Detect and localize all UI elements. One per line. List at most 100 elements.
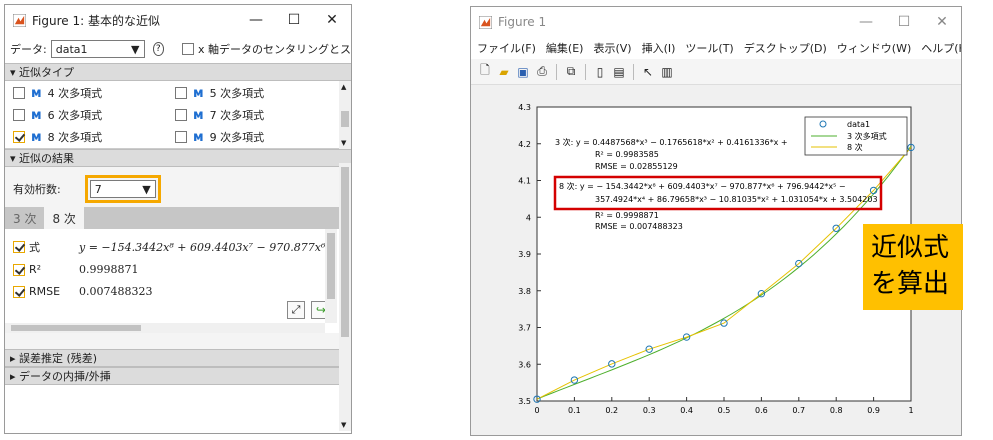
- sig-digits-value: 7: [94, 182, 102, 196]
- data-row: データ: data1 ▼ ? x 軸データのセンタリングとス: [5, 35, 351, 63]
- x-tick-label: 0.4: [680, 406, 693, 415]
- fit-label-5: 5 次多項式: [209, 87, 265, 100]
- fit-label-9: 9 次多項式: [209, 131, 265, 144]
- r2-checkbox[interactable]: [13, 263, 25, 276]
- menu-file[interactable]: ファイル(F): [477, 40, 536, 56]
- legend-icon[interactable]: ▤: [611, 64, 627, 80]
- y-tick-label: 3.8: [518, 287, 531, 296]
- fit-list-scrollbar[interactable]: ▲ ▼: [339, 81, 351, 149]
- open-folder-icon[interactable]: ▰: [496, 64, 512, 80]
- left-window-title: Figure 1: 基本的な近似: [32, 13, 160, 28]
- residuals-header-label: ▸ 誤差推定 (残差): [10, 352, 98, 365]
- fit-item-5[interactable]: ᴍ 5 次多項式: [175, 85, 264, 101]
- results-panel: 有効桁数: 7 ▼ 3 次 8 次 式 y = −154.3442x⁸ + 60…: [5, 167, 351, 349]
- maximize-button[interactable]: ☐: [275, 5, 313, 35]
- minimize-button[interactable]: —: [847, 7, 885, 37]
- menu-bar: ファイル(F) 編集(E) 表示(V) 挿入(I) ツール(T) デスクトップ(…: [471, 37, 961, 59]
- annot8-line4: RMSE = 0.007488323: [595, 222, 683, 231]
- fit-checkbox-7[interactable]: [175, 109, 187, 121]
- results-vscroll-thumb[interactable]: [327, 233, 335, 299]
- result-rmse-row: RMSE 0.007488323: [13, 285, 152, 298]
- expand-icon[interactable]: ⤢: [287, 301, 305, 319]
- fit-checkbox-8[interactable]: [13, 131, 25, 143]
- menu-window[interactable]: ウィンドウ(W): [837, 40, 911, 56]
- scroll-down-icon[interactable]: ▼: [341, 139, 346, 147]
- fit-label-4: 4 次多項式: [47, 87, 103, 100]
- fit-item-4[interactable]: ᴍ 4 次多項式: [13, 85, 102, 101]
- center-xdata-checkbox[interactable]: [181, 43, 194, 55]
- close-button[interactable]: ✕: [923, 7, 961, 37]
- residuals-section-header[interactable]: ▸ 誤差推定 (残差): [5, 349, 351, 367]
- toolbar-separator: [633, 63, 634, 80]
- callout-box: 近似式 を算出: [863, 224, 963, 310]
- results-vscrollbar[interactable]: [325, 229, 337, 323]
- fit-item-8[interactable]: ᴍ 8 次多項式: [13, 129, 102, 145]
- fit-checkbox-6[interactable]: [13, 109, 25, 121]
- legend-data1: data1: [847, 120, 870, 129]
- fit-label-8: 8 次多項式: [47, 131, 103, 144]
- pointer-icon[interactable]: ↖: [640, 64, 656, 80]
- y-tick-label: 4.1: [518, 177, 531, 186]
- fit-checkbox-9[interactable]: [175, 131, 187, 143]
- data-select-value: data1: [55, 42, 88, 56]
- new-file-icon[interactable]: 🗋: [477, 63, 493, 80]
- colorbar-icon[interactable]: ▯: [592, 64, 608, 80]
- toolbar-separator: [585, 63, 586, 80]
- results-hscroll-thumb[interactable]: [11, 325, 141, 331]
- print-icon[interactable]: ⎙: [534, 64, 550, 80]
- close-button[interactable]: ✕: [313, 5, 351, 35]
- curve-fitter-window: Figure 1: 基本的な近似 — ☐ ✕ データ: data1 ▼ ? x …: [4, 4, 352, 434]
- wave-icon: ᴍ: [31, 85, 42, 101]
- results-header-label: ▾ 近似の結果: [10, 152, 75, 165]
- equation-value: y = −154.3442x⁸ + 609.4403x⁷ − 970.877x⁶…: [79, 240, 352, 254]
- menu-view[interactable]: 表示(V): [593, 40, 631, 56]
- menu-insert[interactable]: 挿入(I): [642, 40, 676, 56]
- interp-section-header[interactable]: ▸ データの内挿/外挿: [5, 367, 351, 385]
- data-label: データ:: [10, 43, 47, 56]
- annot3-line2: R² = 0.9983585: [595, 150, 659, 159]
- x-tick-label: 1: [908, 406, 913, 415]
- equation-checkbox[interactable]: [13, 241, 25, 253]
- results-hscrollbar[interactable]: [5, 323, 325, 333]
- fit-item-7[interactable]: ᴍ 7 次多項式: [175, 107, 264, 123]
- rmse-checkbox[interactable]: [13, 285, 25, 298]
- matlab-logo-icon: [479, 15, 492, 29]
- menu-desktop[interactable]: デスクトップ(D): [744, 40, 827, 56]
- legend-fit3: 3 次多項式: [847, 131, 887, 141]
- menu-tools[interactable]: ツール(T): [685, 40, 733, 56]
- tab-cubic[interactable]: 3 次: [5, 207, 44, 229]
- panel-vscroll-thumb[interactable]: [341, 167, 349, 337]
- fit-type-section-header[interactable]: ▾ 近似タイプ: [5, 63, 351, 81]
- fit-item-9[interactable]: ᴍ 9 次多項式: [175, 129, 264, 145]
- panel-vscrollbar[interactable]: ▼: [339, 163, 351, 431]
- center-xdata-label: x 軸データのセンタリングとス: [197, 43, 351, 56]
- minimize-button[interactable]: —: [237, 5, 275, 35]
- maximize-button[interactable]: ☐: [885, 7, 923, 37]
- equation-label: 式: [29, 241, 40, 254]
- save-icon[interactable]: ▣: [515, 64, 531, 80]
- x-tick-label: 0.9: [867, 406, 880, 415]
- help-icon[interactable]: ?: [152, 42, 164, 56]
- fit-type-list: ᴍ4 次多項式 ᴍ5 次多項式 ᴍ6 次多項式 ᴍ7 次多項式 ᴍ8 次多項式 …: [5, 81, 351, 149]
- fit-list-scroll-thumb[interactable]: [341, 111, 349, 127]
- toolbar: 🗋 ▰ ▣ ⎙ ⧉ ▯ ▤ ↖ ▥: [471, 59, 961, 85]
- toolbar-separator: [556, 63, 557, 80]
- link-plot-icon[interactable]: ⧉: [563, 64, 579, 80]
- menu-edit[interactable]: 編集(E): [546, 40, 584, 56]
- fit-label-6: 6 次多項式: [47, 109, 103, 122]
- legend-fit8: 8 次: [847, 142, 863, 152]
- fit-item-6[interactable]: ᴍ 6 次多項式: [13, 107, 102, 123]
- tab-octic[interactable]: 8 次: [44, 207, 84, 229]
- results-section-header[interactable]: ▾ 近似の結果: [5, 149, 351, 167]
- property-editor-icon[interactable]: ▥: [659, 64, 675, 80]
- fit-checkbox-5[interactable]: [175, 87, 187, 99]
- result-r2-row: R² 0.9998871: [13, 263, 139, 276]
- legend[interactable]: data1 3 次多項式 8 次: [804, 116, 908, 156]
- y-tick-label: 4: [526, 213, 531, 222]
- scroll-up-icon[interactable]: ▲: [341, 83, 346, 91]
- scroll-down-icon[interactable]: ▼: [341, 421, 346, 429]
- fit-checkbox-4[interactable]: [13, 87, 25, 99]
- menu-help[interactable]: ヘルプ(H): [921, 40, 961, 56]
- sig-digits-select[interactable]: 7 ▼: [89, 180, 156, 198]
- data-select[interactable]: data1 ▼: [50, 40, 145, 58]
